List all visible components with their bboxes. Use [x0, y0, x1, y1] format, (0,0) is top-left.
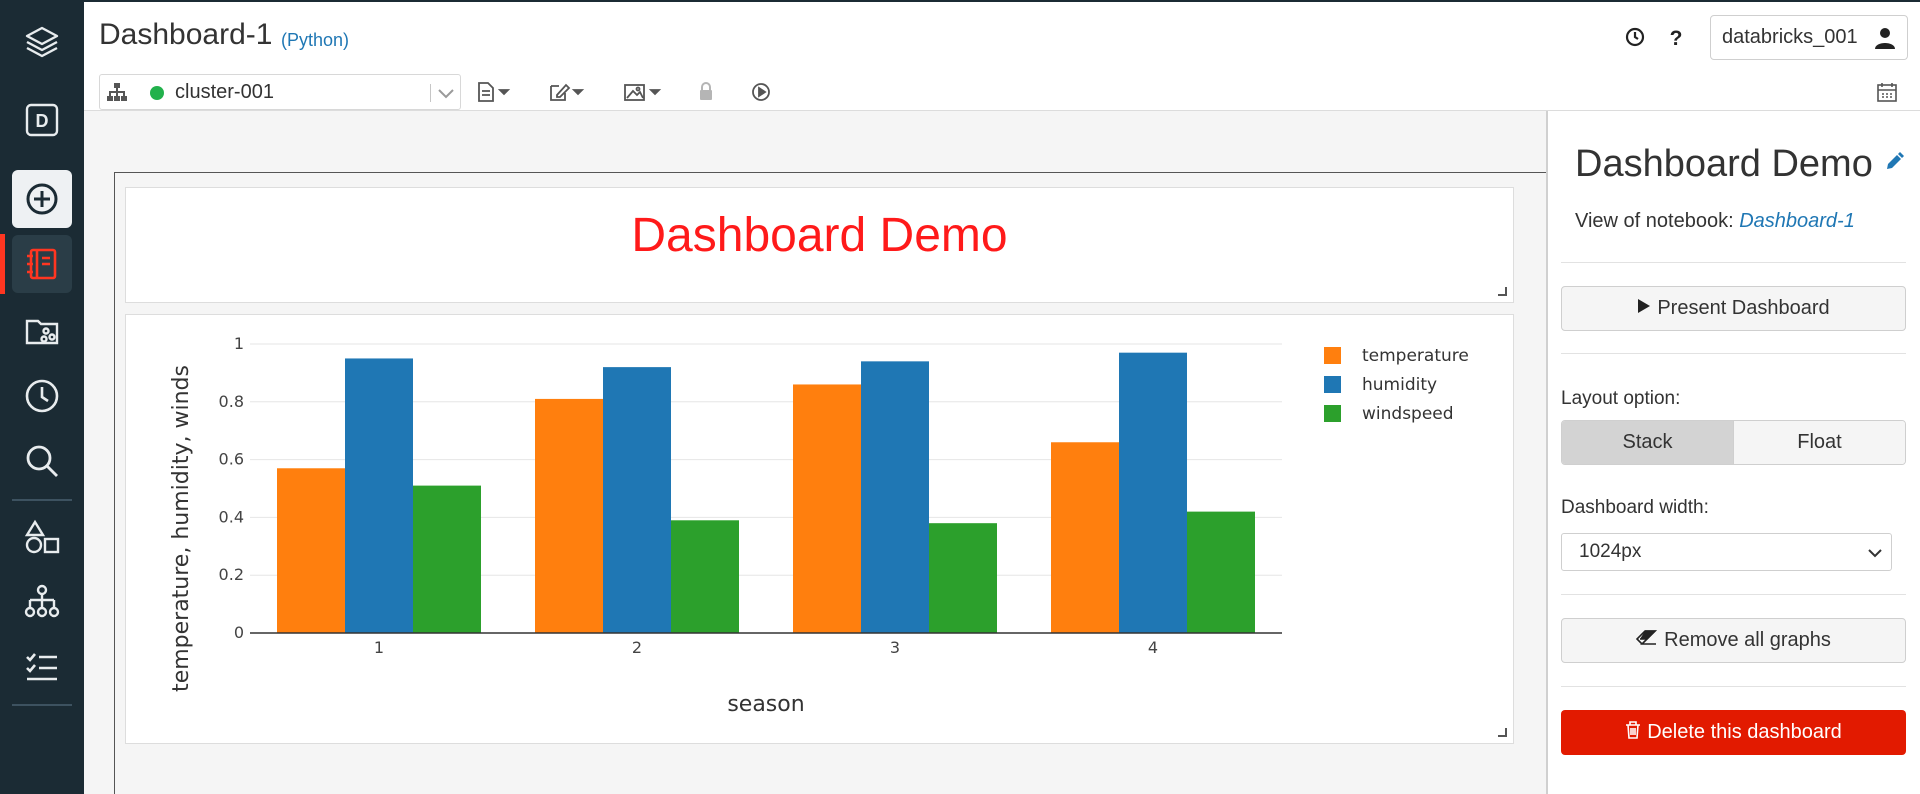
- svg-text:D: D: [36, 111, 49, 131]
- shapes-icon[interactable]: [12, 508, 72, 566]
- bar-temperature: [793, 384, 861, 633]
- y-tick-label: 0.4: [219, 507, 244, 526]
- cluster-separator: [430, 84, 431, 102]
- lock-icon[interactable]: [698, 80, 714, 104]
- user-menu-button[interactable]: databricks_001: [1710, 15, 1908, 60]
- legend-label-humidity: humidity: [1362, 375, 1437, 395]
- bar-humidity: [345, 358, 413, 633]
- dashboard-width-select[interactable]: 1024px: [1561, 533, 1892, 571]
- delete-dashboard-button[interactable]: Delete this dashboard: [1561, 710, 1906, 755]
- user-name: databricks_001: [1722, 26, 1858, 48]
- y-tick-label: 0: [234, 623, 244, 642]
- layout-stack-button[interactable]: Stack: [1562, 421, 1734, 464]
- trash-icon: [1625, 720, 1641, 745]
- layers-logo-icon[interactable]: [12, 13, 72, 71]
- y-tick-label: 0.6: [219, 450, 244, 469]
- bar-humidity: [603, 367, 671, 633]
- panel-divider: [1561, 686, 1906, 687]
- notebook-language[interactable]: (Python): [281, 30, 349, 51]
- file-menu-icon[interactable]: [476, 80, 514, 104]
- active-indicator: [0, 234, 5, 294]
- chevron-down-icon: [1867, 545, 1883, 567]
- view-of-link[interactable]: Dashboard-1: [1739, 210, 1855, 232]
- cluster-status-dot: [150, 86, 164, 100]
- resize-handle[interactable]: [1498, 287, 1507, 296]
- layout-float-button[interactable]: Float: [1734, 421, 1905, 464]
- legend-label-windspeed: windspeed: [1362, 404, 1454, 424]
- help-question-icon[interactable]: ?: [1663, 24, 1689, 50]
- bar-windspeed: [413, 485, 481, 633]
- legend-swatch-temperature: [1324, 347, 1341, 364]
- layout-option-toggle: Stack Float: [1561, 420, 1906, 465]
- revision-history-icon[interactable]: [1622, 24, 1648, 50]
- panel-divider: [1561, 353, 1906, 354]
- view-menu-icon[interactable]: [623, 80, 665, 104]
- bar-windspeed: [671, 520, 739, 633]
- bar-chart: 0 0.2 0.4 0.6 0.8 1 1 2 3 4 season temperature, hum…: [169, 334, 1469, 717]
- recents-clock-icon[interactable]: [12, 367, 72, 425]
- legend-swatch-windspeed: [1324, 405, 1341, 422]
- remove-all-graphs-button[interactable]: Remove all graphs: [1561, 618, 1906, 663]
- edit-pencil-icon[interactable]: [1884, 152, 1904, 177]
- legend-label-temperature: temperature: [1362, 346, 1469, 366]
- panel-divider: [1561, 262, 1906, 263]
- workspace-d-icon[interactable]: D: [12, 91, 72, 149]
- layout-option-label: Layout option:: [1561, 388, 1681, 409]
- bar-humidity: [861, 361, 929, 633]
- schedule-calendar-icon[interactable]: [1876, 80, 1898, 104]
- bar-temperature: [277, 468, 345, 633]
- sidebar: D: [0, 0, 84, 794]
- cluster-name: cluster-001: [175, 81, 274, 103]
- repos-icon[interactable]: [12, 302, 72, 360]
- present-dashboard-button[interactable]: Present Dashboard: [1561, 286, 1906, 331]
- search-icon[interactable]: [12, 432, 72, 490]
- y-tick-label: 1: [234, 334, 244, 353]
- x-axis-label: season: [727, 692, 804, 717]
- x-tick-label: 2: [632, 638, 642, 657]
- dashboard-width-value: 1024px: [1579, 541, 1642, 562]
- bar-humidity: [1119, 352, 1187, 633]
- eraser-icon: [1635, 629, 1658, 652]
- y-tick-label: 0.2: [219, 565, 244, 584]
- cluster-tree-icon[interactable]: [12, 573, 72, 631]
- jobs-checklist-icon[interactable]: [12, 638, 72, 696]
- cluster-tree-small-icon: [107, 82, 127, 107]
- bar-temperature: [1051, 442, 1119, 633]
- run-all-icon[interactable]: [750, 80, 772, 104]
- bar-temperature: [535, 398, 603, 633]
- panel-title: Dashboard Demo: [1575, 143, 1873, 185]
- resize-handle[interactable]: [1498, 728, 1507, 737]
- bar-windspeed: [1187, 511, 1255, 633]
- chart-card[interactable]: 0 0.2 0.4 0.6 0.8 1 1 2 3 4 season temperature, hum…: [125, 314, 1514, 744]
- view-of-label: View of notebook:: [1575, 210, 1734, 232]
- delete-dashboard-label: Delete this dashboard: [1647, 721, 1842, 743]
- edit-menu-icon[interactable]: [548, 80, 588, 104]
- y-tick-label: 0.8: [219, 392, 244, 411]
- x-tick-label: 4: [1148, 638, 1158, 657]
- chevron-down-icon[interactable]: [436, 83, 456, 108]
- y-axis-label: temperature, humidity, winds: [169, 365, 194, 692]
- notebook-title[interactable]: Dashboard-1: [99, 18, 272, 52]
- dashboard-title-card[interactable]: Dashboard Demo: [125, 187, 1514, 303]
- panel-divider: [1561, 594, 1906, 595]
- legend-swatch-humidity: [1324, 376, 1341, 393]
- user-icon: [1873, 26, 1897, 56]
- svg-text:?: ?: [1670, 27, 1683, 48]
- present-dashboard-label: Present Dashboard: [1657, 297, 1830, 319]
- header-topline: [84, 0, 1920, 2]
- dashboard-heading: Dashboard Demo: [631, 209, 1008, 262]
- bar-windspeed: [929, 523, 997, 633]
- notebook-icon[interactable]: [12, 235, 72, 293]
- dashboard-width-label: Dashboard width:: [1561, 497, 1709, 518]
- remove-all-graphs-label: Remove all graphs: [1664, 629, 1831, 651]
- sidebar-divider: [12, 499, 72, 501]
- x-tick-label: 1: [374, 638, 384, 657]
- create-plus-icon[interactable]: [12, 170, 72, 228]
- x-tick-label: 3: [890, 638, 900, 657]
- cluster-selector[interactable]: cluster-001: [99, 74, 461, 110]
- play-icon: [1637, 297, 1651, 320]
- view-of-notebook: View of notebook: Dashboard-1: [1575, 210, 1855, 233]
- sidebar-divider: [12, 704, 72, 706]
